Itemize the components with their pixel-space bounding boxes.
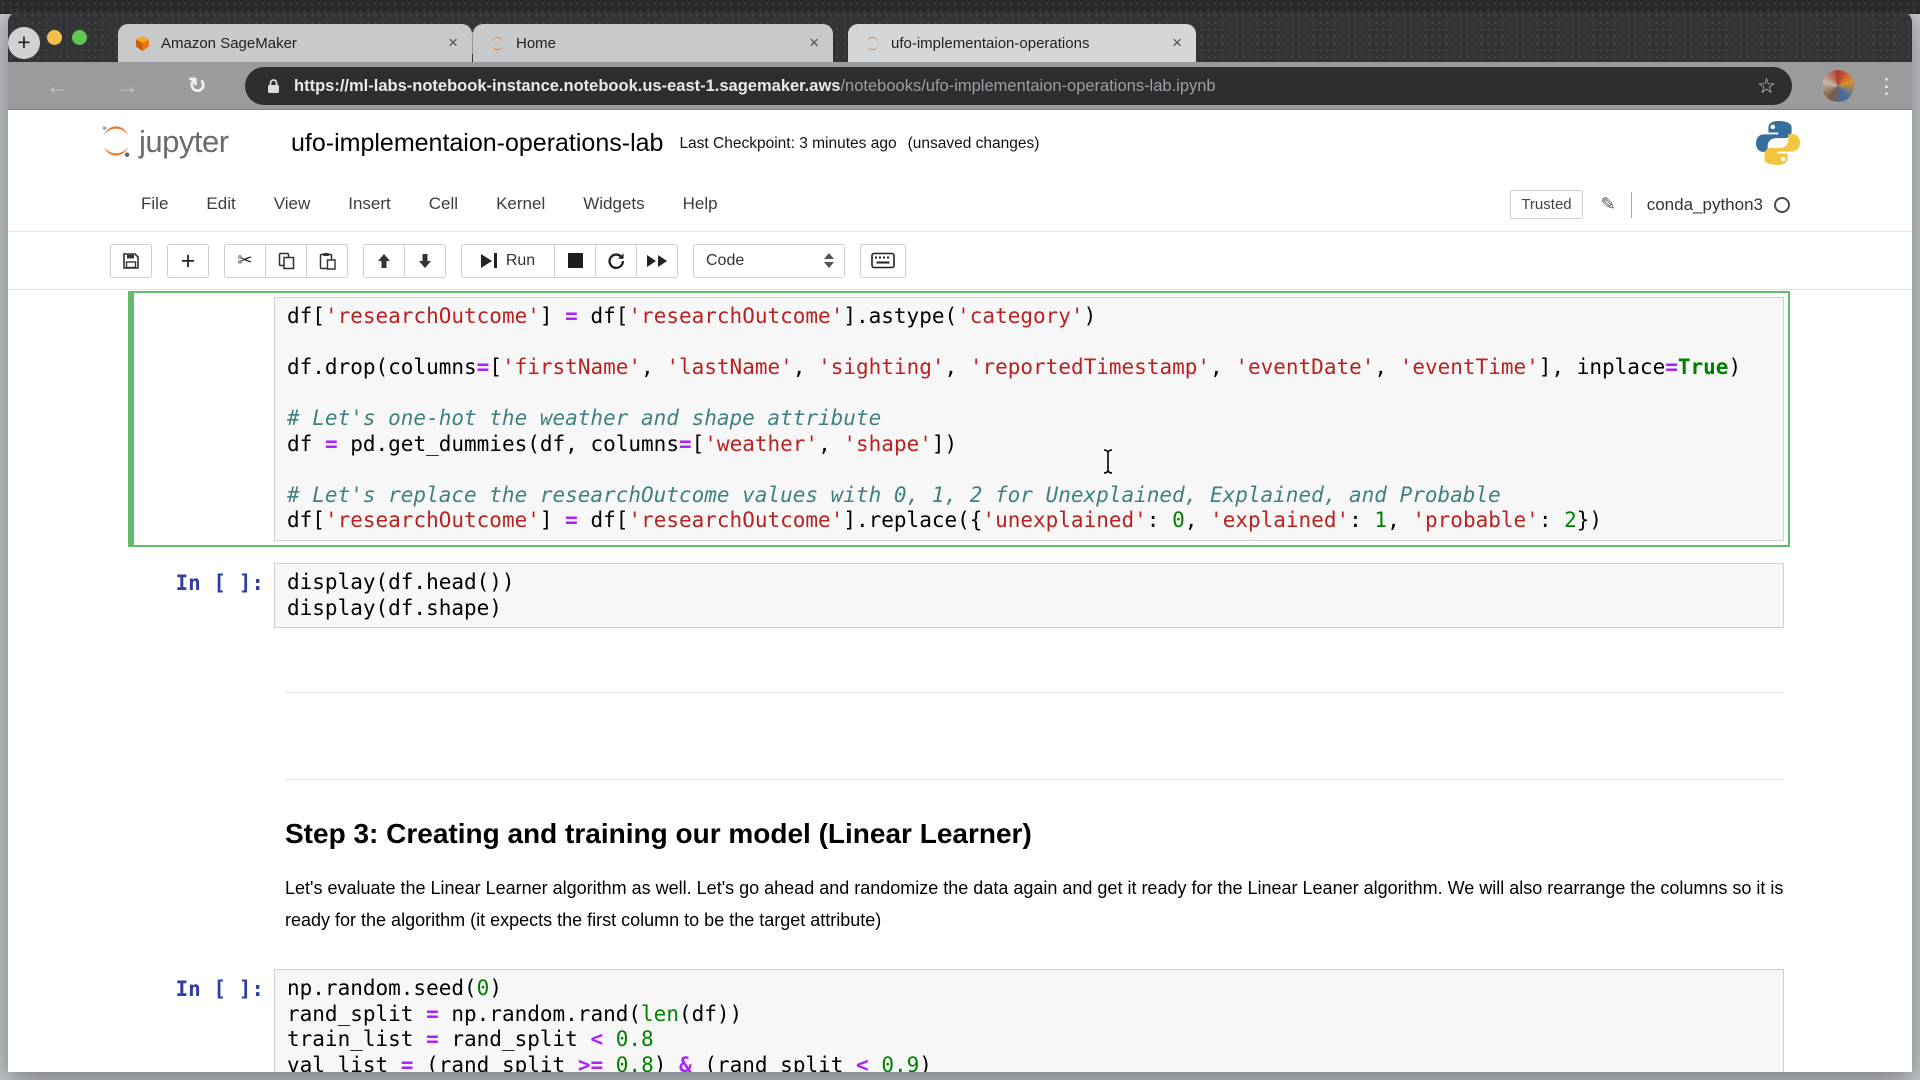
jupyter-icon bbox=[489, 35, 506, 52]
jupyter-logo[interactable]: jupyter bbox=[97, 122, 229, 160]
stop-icon bbox=[568, 253, 583, 268]
select-arrows-icon bbox=[824, 253, 834, 268]
interrupt-kernel-button[interactable] bbox=[554, 244, 596, 278]
fast-forward-icon bbox=[647, 255, 667, 267]
browser-navbar: ← → ↻ https://ml-labs-notebook-instance.… bbox=[8, 62, 1912, 110]
plus-icon: + bbox=[181, 251, 196, 271]
cut-cell-button[interactable]: ✂ bbox=[224, 244, 266, 278]
unsaved-status: (unsaved changes) bbox=[908, 135, 1040, 153]
url-path: /notebooks/ufo-implementaion-operations-… bbox=[840, 77, 1215, 95]
notebook-title[interactable]: ufo-implementaion-operations-lab bbox=[291, 129, 663, 158]
close-icon[interactable]: × bbox=[448, 33, 458, 53]
save-icon bbox=[122, 252, 140, 270]
tab-strip: Amazon SageMaker × Home × ufo-implementa… bbox=[8, 12, 1912, 62]
menu-kernel[interactable]: Kernel bbox=[477, 194, 564, 214]
close-icon[interactable]: × bbox=[1172, 33, 1182, 53]
kernel-name[interactable]: conda_python3 bbox=[1647, 195, 1763, 215]
sagemaker-icon bbox=[134, 35, 151, 52]
keyboard-icon bbox=[871, 252, 895, 269]
back-icon[interactable]: ← bbox=[46, 62, 69, 110]
paste-cell-button[interactable] bbox=[306, 244, 348, 278]
menu-view[interactable]: View bbox=[255, 194, 330, 214]
command-palette-button[interactable] bbox=[860, 244, 906, 278]
jupyter-icon bbox=[864, 35, 881, 52]
url-host: https://ml-labs-notebook-instance.notebo… bbox=[294, 77, 840, 95]
edit-pencil-icon: ✎ bbox=[1601, 194, 1616, 215]
menu-bar: File Edit View Insert Cell Kernel Widget… bbox=[8, 177, 1912, 232]
add-cell-button[interactable]: + bbox=[167, 244, 209, 278]
kernel-status-icon bbox=[1774, 197, 1790, 213]
url-text: https://ml-labs-notebook-instance.notebo… bbox=[294, 77, 1216, 96]
tab-label: ufo-implementaion-operations bbox=[891, 35, 1162, 52]
markdown-divider bbox=[285, 692, 1784, 693]
menu-insert[interactable]: Insert bbox=[329, 194, 410, 214]
notebook-header: jupyter ufo-implementaion-operations-lab… bbox=[8, 110, 1912, 177]
move-cell-up-button[interactable] bbox=[363, 244, 405, 278]
cell-prompt bbox=[138, 297, 274, 541]
code-editor[interactable]: np.random.seed(0)rand_split = np.random.… bbox=[274, 969, 1784, 1072]
arrow-down-icon bbox=[418, 253, 432, 269]
toolbar: + ✂ Run bbox=[8, 232, 1912, 290]
restart-run-all-button[interactable] bbox=[636, 244, 678, 278]
tab-label: Home bbox=[516, 35, 799, 52]
tab-home[interactable]: Home × bbox=[473, 24, 833, 62]
code-editor[interactable]: display(df.head())display(df.shape) bbox=[274, 563, 1784, 628]
bookmark-star-icon[interactable]: ☆ bbox=[1757, 74, 1776, 99]
restart-kernel-button[interactable] bbox=[595, 244, 637, 278]
trusted-badge[interactable]: Trusted bbox=[1510, 190, 1582, 219]
profile-avatar[interactable] bbox=[1822, 70, 1854, 102]
restart-icon bbox=[607, 252, 625, 270]
cell-type-select[interactable]: Code bbox=[693, 244, 845, 278]
forward-icon[interactable]: → bbox=[116, 62, 139, 110]
zoom-window-button[interactable] bbox=[72, 30, 87, 45]
close-icon[interactable]: × bbox=[809, 33, 819, 53]
divider bbox=[1631, 192, 1632, 218]
menu-edit[interactable]: Edit bbox=[187, 194, 254, 214]
move-cell-down-button[interactable] bbox=[404, 244, 446, 278]
copy-icon bbox=[278, 252, 295, 270]
markdown-paragraph: Let's evaluate the Linear Learner algori… bbox=[285, 872, 1787, 936]
paste-icon bbox=[319, 252, 336, 270]
tab-label: Amazon SageMaker bbox=[161, 35, 438, 52]
markdown-divider bbox=[285, 779, 1784, 780]
menu-help[interactable]: Help bbox=[664, 194, 737, 214]
jupyter-logo-icon bbox=[97, 122, 135, 160]
address-bar[interactable]: https://ml-labs-notebook-instance.notebo… bbox=[245, 67, 1792, 105]
code-cell-preprocessing[interactable]: df['researchOutcome'] = df['researchOutc… bbox=[128, 291, 1790, 547]
jupyter-logo-text: jupyter bbox=[139, 124, 229, 160]
code-cell-random-split[interactable]: In [ ]: np.random.seed(0)rand_split = np… bbox=[128, 963, 1790, 1072]
new-tab-button[interactable]: + bbox=[8, 27, 40, 59]
tab-ufo-notebook[interactable]: ufo-implementaion-operations × bbox=[848, 24, 1196, 62]
code-editor[interactable]: df['researchOutcome'] = df['researchOutc… bbox=[274, 297, 1784, 541]
scissors-icon: ✂ bbox=[237, 250, 252, 271]
lock-icon bbox=[267, 78, 280, 94]
minimize-window-button[interactable] bbox=[47, 30, 62, 45]
markdown-heading: Step 3: Creating and training our model … bbox=[285, 818, 1032, 850]
browser-menu-icon[interactable]: ⋮ bbox=[1876, 62, 1897, 110]
menu-cell[interactable]: Cell bbox=[410, 194, 477, 214]
notebook-page: jupyter ufo-implementaion-operations-lab… bbox=[8, 110, 1912, 1072]
arrow-up-icon bbox=[377, 253, 391, 269]
run-icon bbox=[481, 254, 492, 268]
cell-prompt: In [ ]: bbox=[138, 563, 274, 628]
menu-file[interactable]: File bbox=[122, 194, 187, 214]
ibeam-cursor bbox=[1100, 448, 1116, 475]
run-button[interactable]: Run bbox=[461, 244, 555, 278]
python-logo bbox=[1753, 118, 1803, 168]
reload-icon[interactable]: ↻ bbox=[188, 62, 206, 110]
browser-window: Amazon SageMaker × Home × ufo-implementa… bbox=[8, 12, 1912, 1072]
tab-amazon-sagemaker[interactable]: Amazon SageMaker × bbox=[118, 24, 472, 62]
checkpoint-status: Last Checkpoint: 3 minutes ago bbox=[679, 135, 896, 153]
menu-widgets[interactable]: Widgets bbox=[564, 194, 663, 214]
code-cell-display[interactable]: In [ ]: display(df.head())display(df.sha… bbox=[128, 557, 1790, 634]
save-button[interactable] bbox=[110, 244, 152, 278]
cell-prompt: In [ ]: bbox=[138, 969, 274, 1072]
copy-cell-button[interactable] bbox=[265, 244, 307, 278]
